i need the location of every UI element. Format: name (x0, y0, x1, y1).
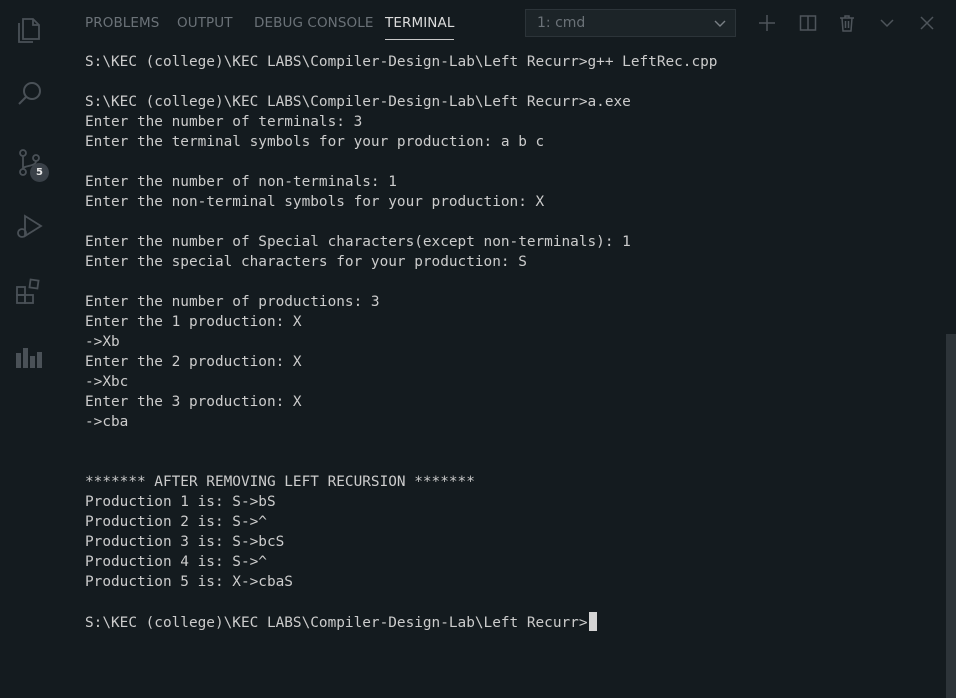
terminal-line: Enter the special characters for your pr… (85, 254, 527, 270)
stats-icon[interactable] (14, 340, 46, 372)
terminal-line: ->cba (85, 414, 129, 430)
terminal-line: Production 4 is: S->^ (85, 554, 267, 570)
terminal-line: ******* AFTER REMOVING LEFT RECURSION **… (85, 474, 475, 490)
activity-bar: 5 (0, 0, 60, 698)
tab-output[interactable]: OUTPUT (177, 15, 233, 31)
vscode-window: 5 PROBLEMS OUTPUT DEBUG CONSOLE TERMINAL… (0, 0, 956, 698)
terminal-line: Production 3 is: S->bcS (85, 534, 285, 550)
terminal-line: Enter the 3 production: X (85, 394, 302, 410)
terminal-cursor (588, 612, 597, 631)
tab-problems[interactable]: PROBLEMS (85, 15, 159, 31)
terminal-line: Enter the 1 production: X (85, 314, 302, 330)
terminal-line: Enter the number of non-terminals: 1 (85, 174, 397, 190)
terminal-select[interactable]: 1: cmd (525, 9, 736, 37)
extensions-icon[interactable] (14, 276, 46, 308)
terminal-prompt: S:\KEC (college)\KEC LABS\Compiler-Desig… (85, 615, 588, 631)
close-panel-icon[interactable] (916, 12, 938, 34)
split-terminal-icon[interactable] (797, 12, 819, 34)
tab-terminal[interactable]: TERMINAL (385, 15, 455, 40)
terminal-line: S:\KEC (college)\KEC LABS\Compiler-Desig… (85, 54, 718, 70)
tab-debug-console[interactable]: DEBUG CONSOLE (254, 15, 374, 31)
terminal-line: ->Xb (85, 334, 120, 350)
terminal-scrollbar[interactable] (946, 334, 956, 698)
terminal-line: Enter the non-terminal symbols for your … (85, 194, 545, 210)
panel-header: PROBLEMS OUTPUT DEBUG CONSOLE TERMINAL 1… (60, 0, 956, 46)
terminal-line: Enter the number of terminals: 3 (85, 114, 363, 130)
chevron-down-icon (714, 20, 726, 27)
terminal-line: Production 5 is: X->cbaS (85, 574, 293, 590)
add-terminal-icon[interactable] (756, 12, 778, 34)
explorer-icon[interactable] (14, 14, 46, 46)
terminal-line: Production 1 is: S->bS (85, 494, 276, 510)
terminal-output[interactable]: S:\KEC (college)\KEC LABS\Compiler-Desig… (85, 52, 935, 692)
kill-terminal-icon[interactable] (836, 12, 858, 34)
search-icon[interactable] (14, 78, 46, 110)
terminal-line: Enter the number of productions: 3 (85, 294, 380, 310)
terminal-line: ->Xbc (85, 374, 129, 390)
maximize-panel-icon[interactable] (876, 12, 898, 34)
source-control-badge: 5 (30, 163, 49, 182)
run-debug-icon[interactable] (14, 210, 46, 242)
terminal-line: Production 2 is: S->^ (85, 514, 267, 530)
terminal-line: S:\KEC (college)\KEC LABS\Compiler-Desig… (85, 94, 631, 110)
terminal-prompt-line[interactable]: S:\KEC (college)\KEC LABS\Compiler-Desig… (85, 612, 935, 632)
terminal-line: Enter the 2 production: X (85, 354, 302, 370)
terminal-line: Enter the terminal symbols for your prod… (85, 134, 545, 150)
terminal-line: Enter the number of Special characters(e… (85, 234, 631, 250)
terminal-select-value: 1: cmd (537, 15, 586, 31)
